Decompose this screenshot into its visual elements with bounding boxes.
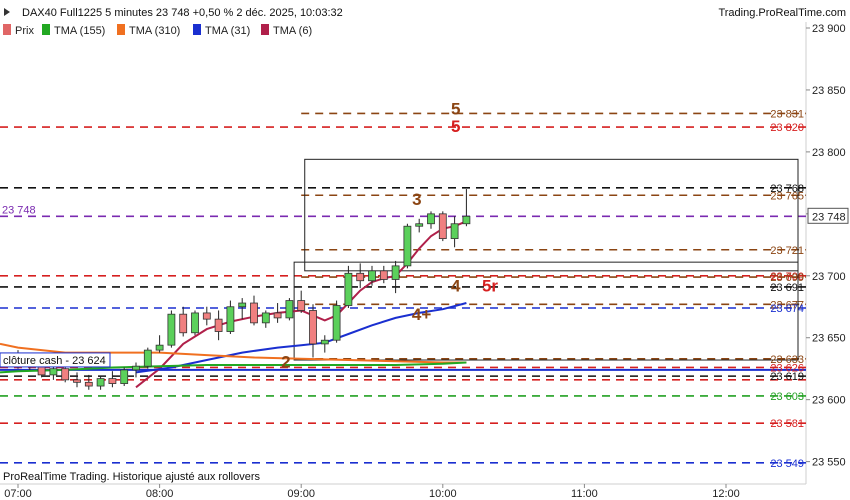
candle-body	[120, 369, 129, 384]
legend-swatch-tma-155	[42, 24, 50, 35]
legend-label-tma-31[interactable]: TMA (31)	[205, 25, 250, 37]
level-label: 23 721	[770, 245, 804, 257]
candle-body	[61, 368, 70, 381]
candle-body	[155, 344, 164, 351]
candle-body	[297, 300, 306, 311]
candle-body	[37, 365, 46, 376]
x-tick-label: 07:00	[4, 488, 32, 500]
level-label: 23 581	[770, 418, 804, 430]
y-tick-label: 23 700	[812, 271, 846, 283]
current-price-tag: 23 748	[807, 207, 849, 224]
candle-body	[391, 265, 400, 280]
y-tick-label: 23 800	[812, 147, 846, 159]
indicator-legend: Prix TMA (155) TMA (310) TMA (31) TMA (6…	[3, 24, 312, 37]
candle-body	[261, 312, 270, 324]
candle-body	[285, 300, 294, 319]
y-tick-label: 23 900	[812, 23, 846, 35]
chart-title: DAX40 Full1225 5 minutes 23 748 +0,50 % …	[22, 7, 343, 19]
legend-swatch-tma-6	[261, 24, 269, 35]
candle-body	[238, 302, 247, 308]
y-axis: 23 55023 60023 65023 70023 75023 80023 8…	[806, 23, 846, 469]
y-tick-label: 23 650	[812, 333, 846, 345]
collapse-arrow-icon[interactable]	[4, 8, 10, 16]
cash-close-tag: clôture cash - 23 624	[0, 352, 111, 368]
candle-body	[438, 213, 447, 240]
x-tick-label: 10:00	[429, 488, 457, 500]
candle-body	[108, 378, 117, 384]
candle-body	[49, 368, 58, 376]
price-chart[interactable]: DAX40 Full1225 5 minutes 23 748 +0,50 % …	[0, 0, 850, 500]
wave-label: 3	[412, 190, 421, 209]
level-labels: 23 83123 82023 76823 76523 72123 70023 6…	[770, 108, 804, 469]
candle-body	[250, 302, 258, 324]
candle-body	[214, 318, 223, 332]
level-label: 23 765	[770, 190, 804, 202]
wave-label: 4+	[412, 305, 431, 324]
x-tick-label: 08:00	[146, 488, 174, 500]
level-label: 23 549	[770, 458, 804, 470]
y-tick-label: 23 850	[812, 85, 846, 97]
legend-swatch-prix	[3, 24, 11, 35]
x-axis: 07:00 08:00 09:00 10:00 11:00 12:00	[4, 484, 740, 500]
candle-body	[132, 365, 140, 371]
y-tick-label: 23 600	[812, 395, 846, 407]
cash-close-label: clôture cash - 23 624	[3, 355, 106, 367]
wave-label: 4	[451, 277, 461, 296]
level-label: 23 831	[770, 108, 804, 120]
candle-body	[143, 349, 152, 367]
candle-body	[356, 272, 365, 282]
level-label: 23 820	[770, 122, 804, 134]
candle-body	[403, 225, 412, 267]
wave-label: 5	[451, 100, 460, 119]
level-label: 23 691	[770, 282, 804, 294]
candle-body	[73, 379, 81, 383]
candle-body	[167, 313, 176, 346]
legend-label-tma-310[interactable]: TMA (310)	[129, 25, 180, 37]
candle-body	[226, 306, 235, 332]
legend-label-tma-155[interactable]: TMA (155)	[54, 25, 105, 37]
candle-body	[332, 305, 341, 341]
candle-body	[96, 378, 105, 387]
legend-label-tma-6[interactable]: TMA (6)	[273, 25, 312, 37]
candle-body	[179, 313, 188, 334]
legend-label-prix[interactable]: Prix	[15, 25, 34, 37]
x-tick-label: 12:00	[712, 488, 740, 500]
candle-body	[191, 312, 199, 334]
current-price-label: 23 748	[812, 211, 846, 223]
candle-body	[427, 213, 435, 225]
candle-body	[462, 215, 471, 225]
candle-body	[84, 381, 93, 387]
candle-body	[344, 272, 353, 306]
legend-swatch-tma-310	[117, 24, 125, 35]
candle-body	[450, 223, 459, 240]
candle-body	[368, 270, 376, 282]
footer-note: ProRealTime Trading. Historique ajusté a…	[3, 471, 260, 483]
candle-body	[273, 312, 282, 319]
current-price-left-label: 23 748	[2, 204, 36, 216]
legend-swatch-tma-31	[193, 24, 201, 35]
level-label: 23 619	[770, 371, 804, 383]
wave-label: 5r	[482, 277, 498, 296]
x-tick-label: 11:00	[571, 488, 598, 500]
range-box	[304, 158, 799, 272]
candle-body	[379, 270, 388, 280]
candle-body	[415, 223, 424, 227]
y-tick-label: 23 550	[812, 457, 846, 469]
x-tick-label: 09:00	[287, 488, 315, 500]
candle-body	[309, 310, 317, 345]
range-boxes	[293, 158, 799, 361]
brand-label: Trading.ProRealTime.com	[718, 7, 846, 19]
wave-label: 5	[451, 117, 460, 136]
wave-label: 2	[281, 352, 290, 371]
candle-body	[202, 312, 211, 320]
chart-header: DAX40 Full1225 5 minutes 23 748 +0,50 % …	[4, 7, 846, 19]
candle-body	[320, 339, 329, 345]
level-label: 23 674	[770, 303, 804, 315]
level-label: 23 603	[770, 391, 804, 403]
horizontal-levels	[0, 112, 806, 464]
